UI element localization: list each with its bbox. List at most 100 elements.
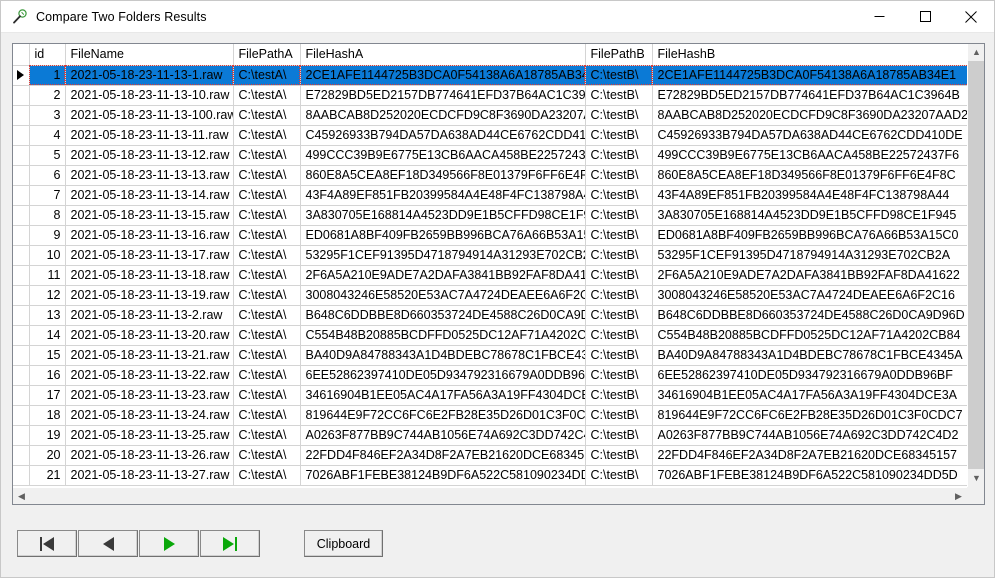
scroll-right-button[interactable]: ▶ bbox=[950, 488, 967, 504]
clipboard-button[interactable]: Clipboard bbox=[304, 530, 383, 557]
cell-filepathb[interactable]: C:\testB\ bbox=[585, 145, 653, 166]
table-row[interactable]: 4 2021-05-18-23-11-13-11.raw C:\testA\ C459… bbox=[13, 125, 967, 146]
cell-filehasha[interactable]: A0263F877BB9C744AB1056E74A692C3DD742C4D2 bbox=[300, 425, 586, 446]
previous-record-button[interactable] bbox=[78, 530, 138, 557]
scroll-down-button[interactable]: ▼ bbox=[968, 470, 984, 487]
cell-filehasha[interactable]: C554B48B20885BCDFFD0525DC12AF71A4202CB84 bbox=[300, 325, 586, 346]
cell-filehashb[interactable]: E72829BD5ED2157DB774641EFD37B64AC1C3964B bbox=[652, 85, 967, 106]
cell-filename[interactable]: 2021-05-18-23-11-13-10.raw bbox=[65, 85, 234, 106]
cell-filename[interactable]: 2021-05-18-23-11-13-20.raw bbox=[65, 325, 234, 346]
cell-id[interactable]: 15 bbox=[29, 345, 66, 366]
cell-filename[interactable]: 2021-05-18-23-11-13-21.raw bbox=[65, 345, 234, 366]
cell-id[interactable]: 19 bbox=[29, 425, 66, 446]
column-header-filepathb[interactable]: FilePathB bbox=[585, 44, 653, 66]
row-selector-cell[interactable] bbox=[13, 305, 30, 326]
table-row[interactable]: 8 2021-05-18-23-11-13-15.raw C:\testA\ 3A83… bbox=[13, 205, 967, 226]
row-selector-cell[interactable] bbox=[13, 385, 30, 406]
cell-filename[interactable]: 2021-05-18-23-11-13-1.raw bbox=[65, 65, 234, 86]
cell-filename[interactable]: 2021-05-18-23-11-13-12.raw bbox=[65, 145, 234, 166]
cell-filehasha[interactable]: B648C6DDBBE8D660353724DE4588C26D0CA9D96D bbox=[300, 305, 586, 326]
cell-filepathb[interactable]: C:\testB\ bbox=[585, 165, 653, 186]
cell-filehasha[interactable]: E72829BD5ED2157DB774641EFD37B64AC1C3964B bbox=[300, 85, 586, 106]
cell-filepatha[interactable]: C:\testA\ bbox=[233, 365, 301, 386]
cell-id[interactable]: 11 bbox=[29, 265, 66, 286]
row-selector-cell[interactable] bbox=[13, 85, 30, 106]
cell-filehasha[interactable]: 2F6A5A210E9ADE7A2DAFA3841BB92FAF8DA41622 bbox=[300, 265, 586, 286]
cell-filehasha[interactable]: 34616904B1EE05AC4A17FA56A3A19FF4304DCE3A bbox=[300, 385, 586, 406]
cell-id[interactable]: 10 bbox=[29, 245, 66, 266]
row-selector-cell[interactable] bbox=[13, 245, 30, 266]
last-record-button[interactable] bbox=[200, 530, 260, 557]
cell-filehashb[interactable]: 8AABCAB8D252020ECDCFD9C8F3690DA23207AAD2 bbox=[652, 105, 967, 126]
cell-id[interactable]: 4 bbox=[29, 125, 66, 146]
cell-filepatha[interactable]: C:\testA\ bbox=[233, 425, 301, 446]
cell-filehashb[interactable]: C45926933B794DA57DA638AD44CE6762CDD410DE bbox=[652, 125, 967, 146]
cell-id[interactable]: 1 bbox=[29, 65, 66, 86]
cell-filepathb[interactable]: C:\testB\ bbox=[585, 465, 653, 486]
table-row[interactable]: 20 2021-05-18-23-11-13-26.raw C:\testA\ 22F… bbox=[13, 445, 967, 466]
cell-id[interactable]: 16 bbox=[29, 365, 66, 386]
cell-id[interactable]: 5 bbox=[29, 145, 66, 166]
row-selector-cell[interactable] bbox=[13, 145, 30, 166]
vertical-scroll-thumb[interactable] bbox=[968, 61, 984, 469]
cell-filepathb[interactable]: C:\testB\ bbox=[585, 325, 653, 346]
cell-filepatha[interactable]: C:\testA\ bbox=[233, 225, 301, 246]
row-selector-cell[interactable] bbox=[13, 165, 30, 186]
table-row[interactable]: 12 2021-05-18-23-11-13-19.raw C:\testA\ 300… bbox=[13, 285, 967, 306]
cell-filepathb[interactable]: C:\testB\ bbox=[585, 425, 653, 446]
close-button[interactable] bbox=[948, 1, 994, 32]
cell-filehashb[interactable]: 2F6A5A210E9ADE7A2DAFA3841BB92FAF8DA41622 bbox=[652, 265, 967, 286]
row-selector-cell[interactable] bbox=[13, 105, 30, 126]
cell-filehashb[interactable]: 3A830705E168814A4523DD9E1B5CFFD98CE1F945 bbox=[652, 205, 967, 226]
cell-filepatha[interactable]: C:\testA\ bbox=[233, 345, 301, 366]
cell-filepathb[interactable]: C:\testB\ bbox=[585, 445, 653, 466]
cell-filepathb[interactable]: C:\testB\ bbox=[585, 205, 653, 226]
cell-filehashb[interactable]: 22FDD4F846EF2A34D8F2A7EB21620DCE68345157 bbox=[652, 445, 967, 466]
table-row[interactable]: 15 2021-05-18-23-11-13-21.raw C:\testA\ BA4… bbox=[13, 345, 967, 366]
column-header-filename[interactable]: FileName bbox=[65, 44, 234, 66]
cell-filepathb[interactable]: C:\testB\ bbox=[585, 365, 653, 386]
cell-filepatha[interactable]: C:\testA\ bbox=[233, 285, 301, 306]
cell-id[interactable]: 2 bbox=[29, 85, 66, 106]
cell-filepathb[interactable]: C:\testB\ bbox=[585, 345, 653, 366]
cell-filepatha[interactable]: C:\testA\ bbox=[233, 185, 301, 206]
cell-filename[interactable]: 2021-05-18-23-11-13-13.raw bbox=[65, 165, 234, 186]
cell-filepathb[interactable]: C:\testB\ bbox=[585, 185, 653, 206]
cell-filepatha[interactable]: C:\testA\ bbox=[233, 85, 301, 106]
cell-filepathb[interactable]: C:\testB\ bbox=[585, 245, 653, 266]
cell-filename[interactable]: 2021-05-18-23-11-13-14.raw bbox=[65, 185, 234, 206]
row-selector-cell[interactable] bbox=[13, 265, 30, 286]
cell-filepathb[interactable]: C:\testB\ bbox=[585, 265, 653, 286]
cell-filehashb[interactable]: 53295F1CEF91395D4718794914A31293E702CB2A bbox=[652, 245, 967, 266]
cell-filepatha[interactable]: C:\testA\ bbox=[233, 145, 301, 166]
cell-filehasha[interactable]: 53295F1CEF91395D4718794914A31293E702CB2A bbox=[300, 245, 586, 266]
row-selector-cell[interactable] bbox=[13, 185, 30, 206]
scroll-left-button[interactable]: ◀ bbox=[13, 488, 30, 504]
cell-filename[interactable]: 2021-05-18-23-11-13-17.raw bbox=[65, 245, 234, 266]
cell-filehashb[interactable]: 819644E9F72CC6FC6E2FB28E35D26D01C3F0CDC7 bbox=[652, 405, 967, 426]
column-header-filehashb[interactable]: FileHashB bbox=[652, 44, 967, 66]
table-row[interactable]: 2 2021-05-18-23-11-13-10.raw C:\testA\ E728… bbox=[13, 85, 967, 106]
cell-filehashb[interactable]: B648C6DDBBE8D660353724DE4588C26D0CA9D96D bbox=[652, 305, 967, 326]
cell-id[interactable]: 12 bbox=[29, 285, 66, 306]
cell-filehashb[interactable]: 499CCC39B9E6775E13CB6AACA458BE22572437F6 bbox=[652, 145, 967, 166]
cell-filepatha[interactable]: C:\testA\ bbox=[233, 205, 301, 226]
cell-filename[interactable]: 2021-05-18-23-11-13-2.raw bbox=[65, 305, 234, 326]
table-row[interactable]: 5 2021-05-18-23-11-13-12.raw C:\testA\ 499C… bbox=[13, 145, 967, 166]
cell-id[interactable]: 7 bbox=[29, 185, 66, 206]
cell-filehashb[interactable]: ED0681A8BF409FB2659BB996BCA76A66B53A15C0 bbox=[652, 225, 967, 246]
cell-filehasha[interactable]: 43F4A89EF851FB20399584A4E48F4FC138798A44 bbox=[300, 185, 586, 206]
cell-filepathb[interactable]: C:\testB\ bbox=[585, 105, 653, 126]
table-row[interactable]: 10 2021-05-18-23-11-13-17.raw C:\testA\ 532… bbox=[13, 245, 967, 266]
cell-filehashb[interactable]: 6EE52862397410DE05D934792316679A0DDB96BF bbox=[652, 365, 967, 386]
cell-filehashb[interactable]: BA40D9A84788343A1D4BDEBC78678C1FBCE4345A bbox=[652, 345, 967, 366]
table-row[interactable]: 16 2021-05-18-23-11-13-22.raw C:\testA\ 6EE… bbox=[13, 365, 967, 386]
row-selector-cell[interactable] bbox=[13, 65, 30, 86]
cell-filehashb[interactable]: 34616904B1EE05AC4A17FA56A3A19FF4304DCE3A bbox=[652, 385, 967, 406]
cell-filename[interactable]: 2021-05-18-23-11-13-25.raw bbox=[65, 425, 234, 446]
table-row[interactable]: 9 2021-05-18-23-11-13-16.raw C:\testA\ ED06… bbox=[13, 225, 967, 246]
column-header-filehasha[interactable]: FileHashA bbox=[300, 44, 586, 66]
table-row[interactable]: 21 2021-05-18-23-11-13-27.raw C:\testA\ 702… bbox=[13, 465, 967, 486]
cell-filename[interactable]: 2021-05-18-23-11-13-27.raw bbox=[65, 465, 234, 486]
table-row[interactable]: 11 2021-05-18-23-11-13-18.raw C:\testA\ 2F6… bbox=[13, 265, 967, 286]
